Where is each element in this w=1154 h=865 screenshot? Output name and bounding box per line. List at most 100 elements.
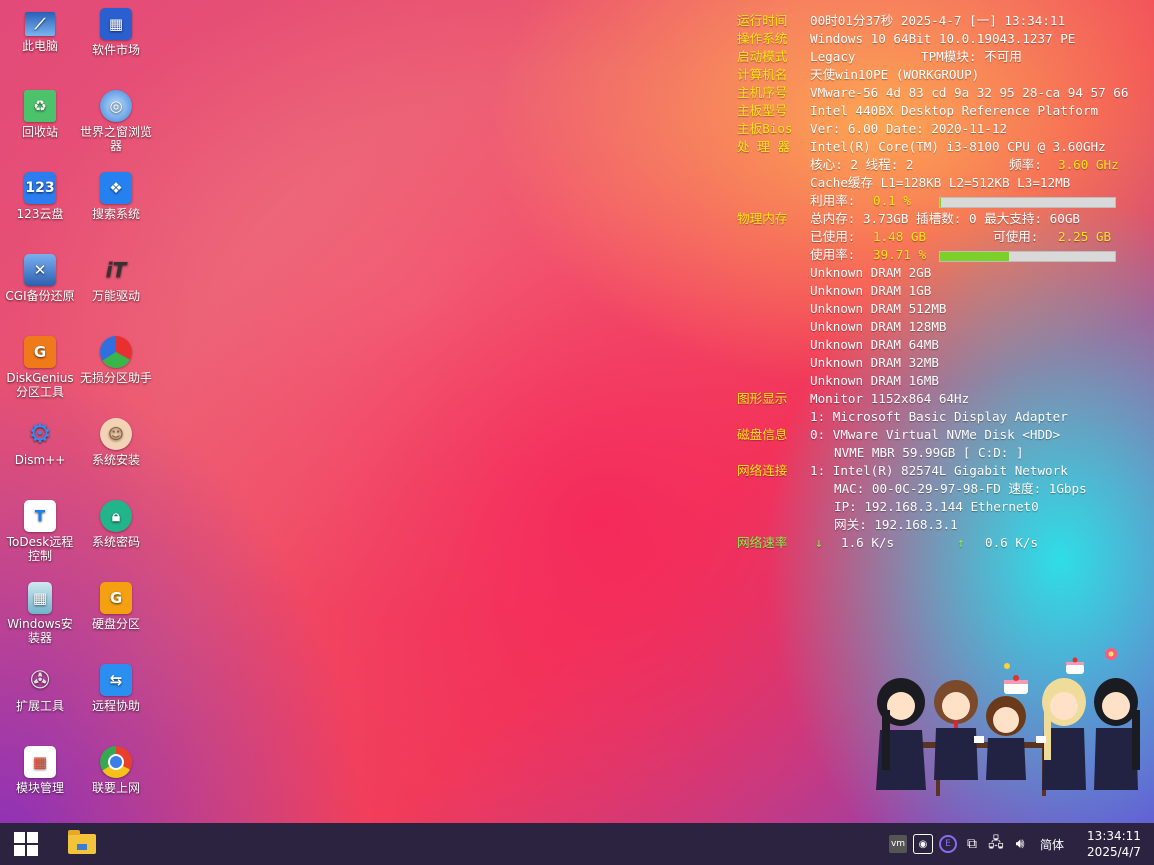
cpu-model: Intel(R) Core(TM) i3-8100 CPU @ 3.60GHz	[810, 139, 1106, 154]
character-3	[986, 696, 1026, 780]
bios-value: Ver: 6.00 Date: 2020-11-12	[810, 121, 1008, 136]
anime-characters-decoration	[876, 648, 1140, 796]
computer-icon: ⟋	[25, 12, 55, 36]
desktop-icon-system-password[interactable]: 🔒︎ 系统密码	[78, 500, 154, 549]
cpu-cores-threads: 核心: 2 线程: 2	[810, 157, 914, 172]
desktop-icon-windows-installer[interactable]: ▦ Windows安装器	[2, 582, 78, 645]
desktop-icon-system-install[interactable]: ☺ 系统安装	[78, 418, 154, 467]
os-row: 操作系统 Windows 10 64Bit 10.0.19043.1237 PE	[737, 30, 1149, 48]
desktop-icon-module-manager[interactable]: ▦ 模块管理	[2, 746, 78, 795]
speed-label: 网络速率	[737, 535, 788, 550]
desktop-icon-todesk[interactable]: T ToDesk远程控制	[2, 500, 78, 563]
speed-row: 网络速率 ↓ 1.6 K/s ↑ 0.6 K/s	[737, 534, 1149, 552]
serial-label: 主机序号	[737, 85, 788, 100]
uptime-label: 运行时间	[737, 13, 788, 28]
character-4	[1042, 678, 1086, 790]
display-row: 图形显示 Monitor 1152x864 64Hz	[737, 390, 1149, 408]
desktop-icon-diskgenius[interactable]: G DiskGenius分区工具	[2, 336, 78, 399]
file-explorer-button[interactable]	[56, 823, 108, 865]
tools-icon: ✇	[29, 666, 51, 694]
input-language-indicator[interactable]: 简体	[1040, 836, 1064, 853]
hostname-row: 计算机名 天使win10PE (WORKGROUP)	[737, 66, 1149, 84]
todesk-icon: T	[24, 500, 56, 532]
network-icon[interactable]: 🖧︎	[987, 835, 1005, 853]
desktop-icon-dism[interactable]: ⚙ Dism++	[2, 418, 78, 467]
cpu-cache-row: Cache缓存 L1=128KB L2=512KB L3=12MB	[737, 174, 1149, 192]
mem-usage-row: 使用率: 39.71 %	[737, 246, 1149, 264]
display-adapter: 1: Microsoft Basic Display Adapter	[810, 409, 1068, 424]
hostname-value: 天使win10PE (WORKGROUP)	[810, 67, 980, 82]
cpu-usage-label: 利用率:	[810, 193, 856, 208]
cpu-row: 处 理 器 Intel(R) Core(TM) i3-8100 CPU @ 3.…	[737, 138, 1149, 156]
recycle-bin-icon: ♻	[24, 90, 56, 122]
cpu-usage-value: 0.1 %	[873, 193, 911, 208]
globe-icon: ◎	[100, 90, 132, 122]
gear-icon: ⚙	[28, 419, 52, 449]
memory-total: 总内存: 3.73GB 插槽数: 0 最大支持: 60GB	[810, 211, 1080, 226]
desktop-icon-this-pc[interactable]: ⟋ 此电脑	[2, 8, 78, 53]
clock-time: 13:34:11	[1087, 829, 1141, 843]
mem-used-row: 已使用: 1.48 GB 可使用: 2.25 GB	[737, 228, 1149, 246]
desktop-icon-remote-assist[interactable]: ⇆ 远程协助	[78, 664, 154, 713]
anime-character-icon: ☺	[100, 418, 132, 450]
display-monitor: Monitor 1152x864 64Hz	[810, 391, 970, 406]
memory-usage-bar	[939, 251, 1116, 262]
network-adapter: 1: Intel(R) 82574L Gigabit Network	[810, 463, 1068, 478]
taskbar: vm ◉ E ⧉ 🖧︎ 🔊︎ 简体 13:34:11 2025/4/7	[0, 823, 1154, 865]
cloud-drive-icon: 123	[24, 172, 56, 204]
desktop-icon-recycle-bin[interactable]: ♻ 回收站	[2, 90, 78, 139]
memory-module: Unknown DRAM 32MB	[810, 355, 939, 370]
cpu-usage-row: 利用率: 0.1 %	[737, 192, 1149, 210]
memory-module: Unknown DRAM 64MB	[810, 337, 939, 352]
copy-icon[interactable]: ⧉	[963, 835, 981, 853]
board-value: Intel 440BX Desktop Reference Platform	[810, 103, 1099, 118]
disk-detail-row: NVME MBR 59.99GB [ C:D: ]	[737, 444, 1149, 462]
partition-assistant-icon	[100, 336, 132, 368]
boot-label: 启动模式	[737, 49, 788, 64]
cpu-cores-row: 核心: 2 线程: 2 频率: 3.60 GHz	[737, 156, 1149, 174]
desktop-icon-internet[interactable]: 联要上网	[78, 746, 154, 795]
boot-row: 启动模式 Legacy TPM模块: 不可用	[737, 48, 1149, 66]
board-label: 主板型号	[737, 103, 788, 118]
desktop-icon-universal-driver[interactable]: iT 万能驱动	[78, 254, 154, 303]
uptime-value: 00时01分37秒 2025-4-7 [一] 13:34:11	[810, 13, 1066, 28]
bios-row: 主板Bios Ver: 6.00 Date: 2020-11-12	[737, 120, 1149, 138]
network-label: 网络连接	[737, 463, 788, 478]
search-system-icon: ❖	[100, 172, 132, 204]
clock[interactable]: 13:34:11 2025/4/7	[1078, 828, 1150, 860]
system-info-panel: 运行时间 00时01分37秒 2025-4-7 [一] 13:34:11 操作系…	[737, 12, 1149, 552]
disk-label: 磁盘信息	[737, 427, 788, 442]
character-5	[1094, 678, 1140, 790]
start-button[interactable]	[0, 823, 52, 865]
desktop-icon-search-system[interactable]: ❖ 搜索系统	[78, 172, 154, 221]
desktop-icon-partition-assistant[interactable]: 无损分区助手	[78, 336, 154, 385]
chrome-icon	[100, 746, 132, 778]
disk-partition-icon: G	[100, 582, 132, 614]
memory-modules-list: Unknown DRAM 2GB Unknown DRAM 1GB Unknow…	[737, 264, 1149, 390]
desktop-icon-software-market[interactable]: ▦ 软件市场	[78, 8, 154, 57]
vmware-icon[interactable]: vm	[888, 835, 907, 853]
diskgenius-icon: G	[24, 336, 56, 368]
desktop-icon-disk-partition[interactable]: G 硬盘分区	[78, 582, 154, 631]
character-1	[876, 678, 926, 790]
board-row: 主板型号 Intel 440BX Desktop Reference Platf…	[737, 102, 1149, 120]
serial-row: 主机序号 VMware-56 4d 83 cd 9a 32 95 28-ca 9…	[737, 84, 1149, 102]
desktop-icon-cgi-backup[interactable]: ✕ CGI备份还原	[2, 254, 78, 303]
network-mac: MAC: 00-0C-29-97-98-FD 速度: 1Gbps	[834, 481, 1087, 496]
cpu-usage-bar	[939, 197, 1116, 208]
cpu-freq-value: 3.60 GHz	[1058, 157, 1119, 172]
desktop-icon-browser[interactable]: ◎ 世界之窗浏览器	[78, 90, 154, 153]
store-icon: ▦	[100, 8, 132, 40]
desktop-icon-123-cloud[interactable]: 123 123云盘	[2, 172, 78, 221]
volume-icon[interactable]: 🔊︎	[1011, 835, 1029, 853]
memory-module: Unknown DRAM 2GB	[810, 265, 932, 280]
app-circle-icon[interactable]: E	[938, 835, 957, 853]
memory-usage-fill	[940, 252, 1010, 261]
download-speed: 1.6 K/s	[841, 535, 895, 550]
network-monitor-icon[interactable]: ◉	[912, 834, 933, 854]
remote-assist-icon: ⇆	[100, 664, 132, 696]
lock-icon: 🔒︎	[100, 500, 132, 532]
desktop-icon-extension-tools[interactable]: ✇ 扩展工具	[2, 664, 78, 713]
disk-detail: NVME MBR 59.99GB [ C:D: ]	[834, 445, 1024, 460]
memory-label: 物理内存	[737, 211, 788, 226]
